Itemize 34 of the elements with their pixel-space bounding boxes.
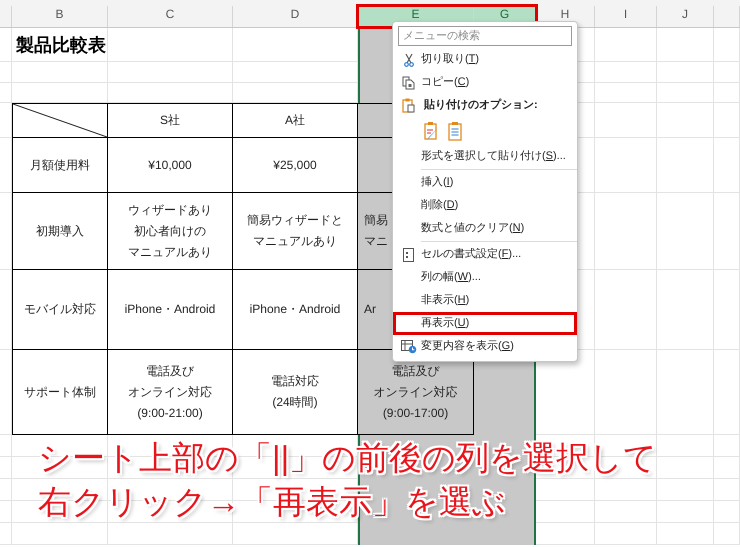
column-header[interactable]: C — [108, 6, 233, 27]
column-header[interactable]: J — [657, 6, 714, 27]
table-cell: 電話及び オンライン対応 (9:00-17:00) — [358, 350, 474, 435]
table-cell: 電話対応 (24時間) — [233, 350, 358, 435]
copy-icon — [402, 76, 415, 90]
column-header[interactable]: D — [233, 6, 358, 27]
table-cell: iPhone・Android — [108, 270, 233, 350]
table-cell: ¥10,000 — [108, 138, 233, 193]
menu-item[interactable]: 挿入(I) — [393, 171, 577, 194]
row-label-cell: モバイル対応 — [12, 270, 108, 350]
row-label-cell: 月額使用料 — [12, 138, 108, 193]
table-cell: ¥25,000 — [233, 138, 358, 193]
row-label-cell: サポート体制 — [12, 350, 108, 435]
table-header-cell: S社 — [108, 103, 233, 138]
menu-item[interactable]: 形式を選択して貼り付け(S)... — [393, 145, 577, 168]
column-header[interactable]: I — [595, 6, 657, 27]
sheet-title: 製品比較表 — [16, 34, 106, 56]
menu-item[interactable]: コピー(C) — [393, 71, 577, 94]
menu-item[interactable]: 再表示(U) — [393, 312, 577, 335]
row-label-cell: 初期導入 — [12, 193, 108, 270]
table-cell: ウィザードあり 初心者向けの マニュアルあり — [108, 193, 233, 270]
menu-heading: 貼り付けのオプション: — [424, 98, 538, 114]
table-header-cell: A社 — [233, 103, 358, 138]
table-cell: iPhone・Android — [233, 270, 358, 350]
paste-icon[interactable] — [448, 121, 462, 141]
table-cell: 簡易ウィザードと マニュアルあり — [233, 193, 358, 270]
table-cell: 電話及び オンライン対応 (9:00-21:00) — [108, 350, 233, 435]
column-header[interactable]: B — [12, 6, 108, 27]
search-field[interactable]: メニューの検索 — [398, 26, 572, 46]
clipboard-icon — [402, 98, 415, 113]
menu-item[interactable]: 切り取り(T) — [393, 48, 577, 71]
show-changes-icon — [400, 340, 416, 354]
format-cells-icon — [403, 248, 414, 262]
scissors-icon — [402, 52, 414, 66]
